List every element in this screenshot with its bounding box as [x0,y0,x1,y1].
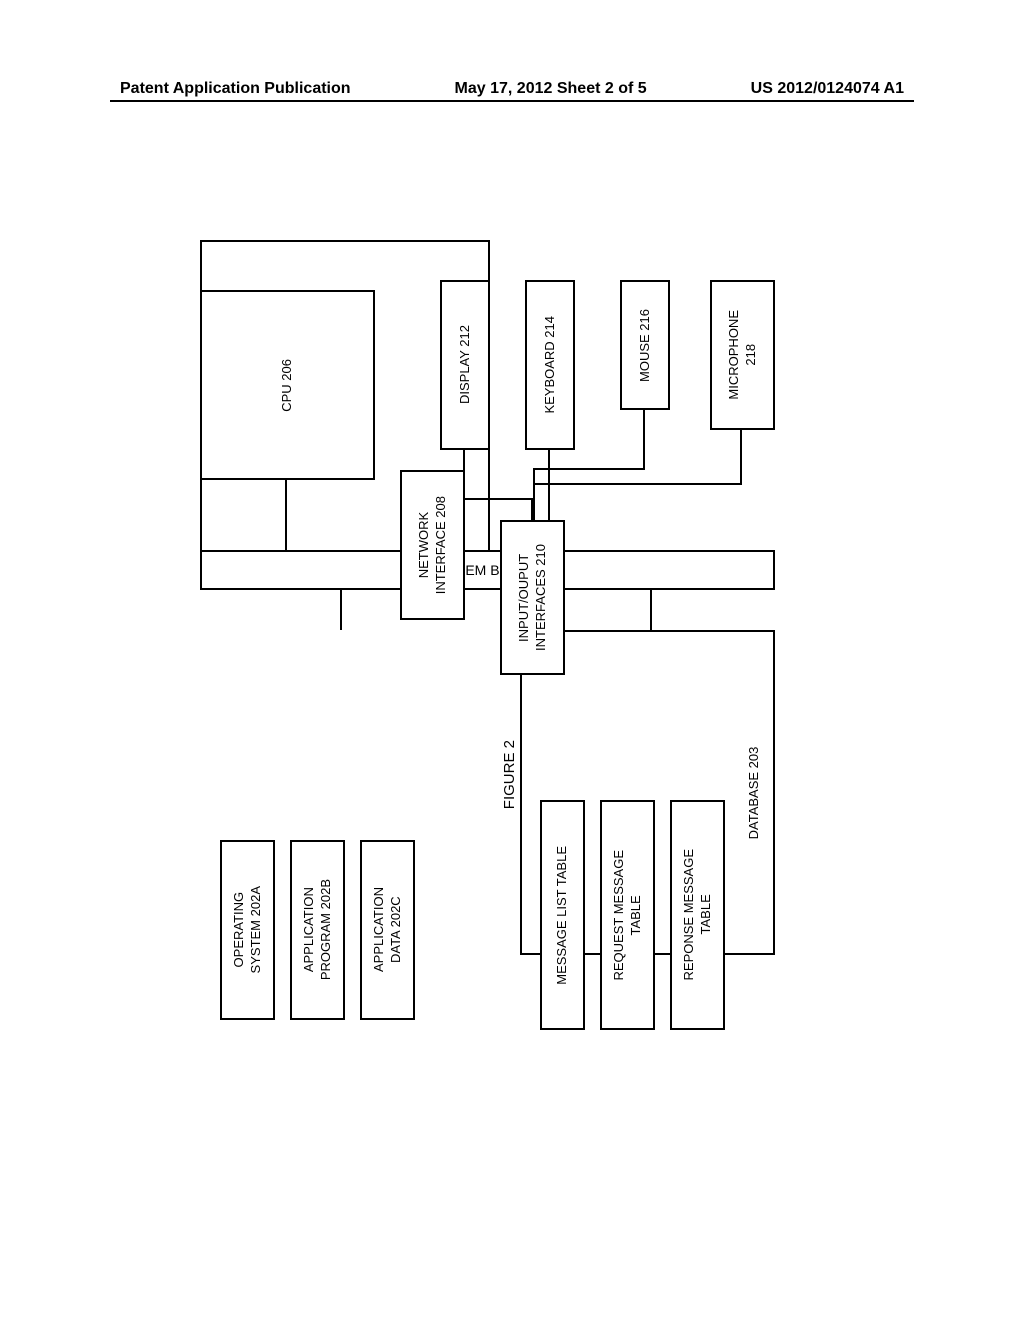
cpu-box: CPU 206 [200,290,375,480]
connector-line [533,483,742,485]
mouse-box: MOUSE 216 [620,280,670,410]
connector-line [285,480,287,550]
connector-line [533,468,535,520]
connector-line [340,590,342,630]
resp-msg-box: REPONSE MESSAGE TABLE [670,800,725,1030]
header-divider [110,100,914,102]
system-bus-box: SYSTEM BUS 204 [200,550,775,590]
microphone-box: MICROPHONE 218 [710,280,775,430]
header-left: Patent Application Publication [120,80,351,98]
keyboard-box: KEYBOARD 214 [525,280,575,450]
connector-line [463,498,533,500]
header-right: US 2012/0124074 A1 [751,80,904,98]
connector-line [643,410,645,470]
network-interface-box: NETWORK INTERFACE 208 [400,470,465,620]
app-data-box: APPLICATION DATA 202C [360,840,415,1020]
connector-line [548,450,550,520]
connector-line [650,590,652,630]
connector-line [740,430,742,485]
diagram: MEMORY 202 OPERATING SYSTEM 202A APPLICA… [200,240,780,1070]
header-center: May 17, 2012 Sheet 2 of 5 [455,80,647,98]
display-box: DISPLAY 212 [440,280,490,450]
req-msg-box: REQUEST MESSAGE TABLE [600,800,655,1030]
database-label: DATABASE 203 [746,746,763,839]
io-interfaces-box: INPUT/OUPUT INTERFACES 210 [500,520,565,675]
connector-line [463,450,465,500]
figure-caption: FIGURE 2 [500,740,520,809]
connector-line [533,468,645,470]
app-program-box: APPLICATION PROGRAM 202B [290,840,345,1020]
os-box: OPERATING SYSTEM 202A [220,840,275,1020]
msg-list-box: MESSAGE LIST TABLE [540,800,585,1030]
